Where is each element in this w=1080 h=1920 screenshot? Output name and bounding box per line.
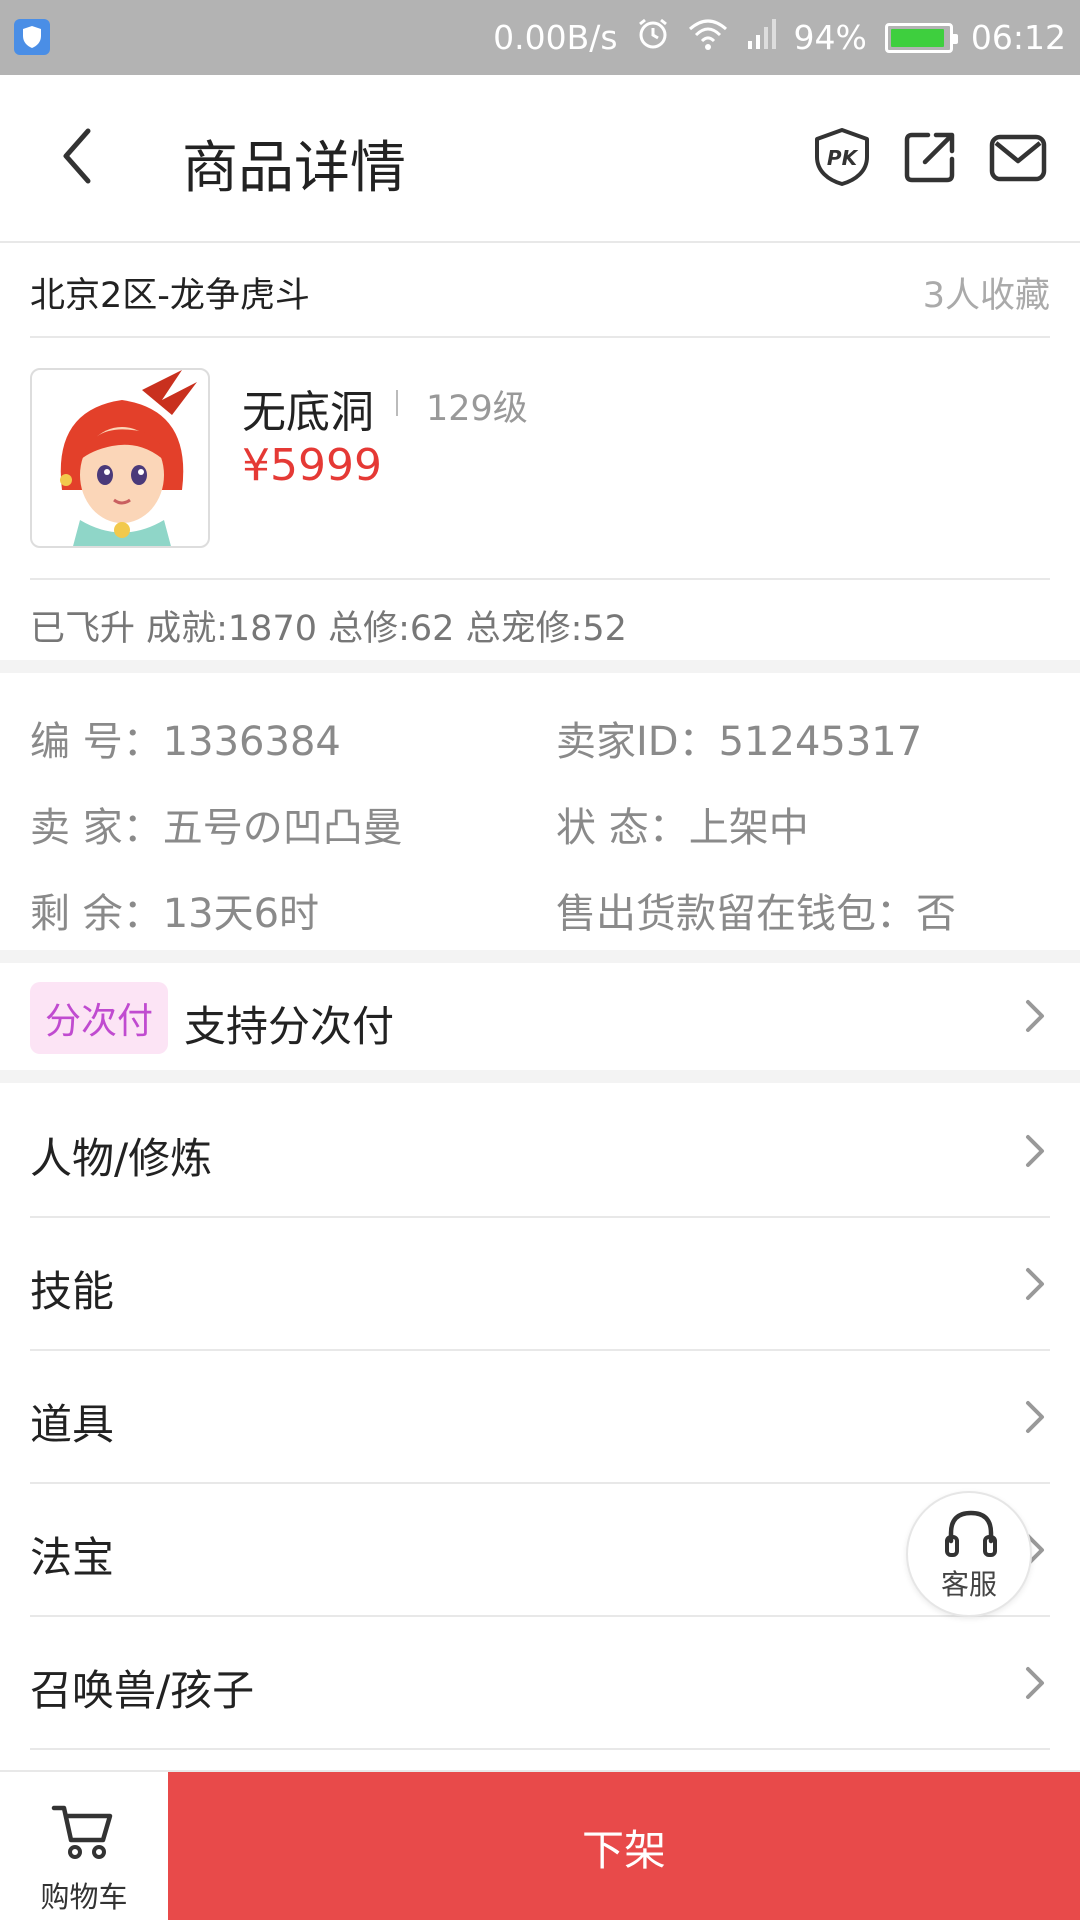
signal-icon bbox=[746, 17, 776, 59]
installment-label: 支持分次付 bbox=[184, 1002, 395, 1051]
mail-icon bbox=[989, 134, 1047, 182]
menu-item-label: 法宝 bbox=[30, 1533, 115, 1582]
battery-icon bbox=[884, 22, 958, 53]
back-button[interactable] bbox=[50, 121, 110, 191]
character-stats: 已飞升 成就:1870 总修:62 总宠修:52 bbox=[30, 580, 1050, 660]
share-icon bbox=[904, 132, 955, 183]
battery-pct: 94% bbox=[793, 18, 867, 57]
chevron-right-icon bbox=[1026, 1000, 1044, 1032]
menu-item-label: 道具 bbox=[30, 1400, 115, 1449]
character-level: 129级 bbox=[426, 389, 528, 429]
seller-id: 卖家ID：51245317 bbox=[556, 719, 923, 765]
shield-app-icon bbox=[14, 19, 50, 55]
menu-item-items[interactable]: 道具 bbox=[30, 1351, 1050, 1484]
menu-item-skills[interactable]: 技能 bbox=[30, 1218, 1050, 1351]
headset-icon bbox=[945, 1510, 997, 1557]
chevron-right-icon bbox=[1026, 1135, 1044, 1167]
cart-button[interactable]: 购物车 bbox=[0, 1772, 168, 1920]
chevron-right-icon bbox=[1026, 1401, 1044, 1433]
installment-row[interactable]: 分次付 支持分次付 bbox=[30, 963, 1050, 1070]
battery-fill bbox=[890, 28, 944, 47]
cart-icon bbox=[51, 1805, 113, 1859]
pk-button[interactable]: PK bbox=[812, 127, 872, 187]
server-row: 北京2区-龙争虎斗 3人收藏 bbox=[30, 243, 1050, 338]
section-divider bbox=[0, 1070, 1080, 1083]
listing-id: 编 号：1336384 bbox=[30, 719, 341, 765]
section-divider bbox=[0, 950, 1080, 963]
page-title: 商品详情 bbox=[182, 136, 406, 201]
customer-service-button[interactable]: 客服 bbox=[906, 1491, 1032, 1617]
listing-status: 状 态：上架中 bbox=[556, 805, 809, 851]
bottom-action-bar: 购物车 下架 bbox=[0, 1770, 1080, 1920]
wifi-icon bbox=[688, 17, 728, 59]
clock: 06:12 bbox=[970, 18, 1066, 57]
pk-icon: PK bbox=[815, 128, 869, 186]
server-name: 北京2区-龙争虎斗 bbox=[30, 276, 310, 316]
status-bar: 0.00B/s 94% 06:12 bbox=[0, 0, 1080, 75]
menu-item-label: 召唤兽/孩子 bbox=[30, 1666, 255, 1715]
menu-item-label: 技能 bbox=[30, 1267, 115, 1316]
alarm-icon bbox=[636, 17, 670, 59]
character-avatar bbox=[30, 368, 210, 548]
delist-button[interactable]: 下架 bbox=[168, 1772, 1080, 1920]
section-divider bbox=[0, 660, 1080, 673]
character-price: ¥5999 bbox=[242, 440, 382, 491]
cart-label: 购物车 bbox=[40, 1880, 128, 1914]
message-button[interactable] bbox=[988, 127, 1048, 187]
share-button[interactable] bbox=[900, 127, 960, 187]
page-header: 商品详情 PK bbox=[0, 75, 1080, 243]
favorite-count: 3人收藏 bbox=[922, 276, 1050, 316]
menu-item-pets[interactable]: 召唤兽/孩子 bbox=[30, 1617, 1050, 1750]
character-name: 无底洞 bbox=[242, 387, 374, 438]
back-icon bbox=[63, 128, 91, 184]
svg-text:PK: PK bbox=[827, 146, 859, 170]
wallet-setting: 售出货款留在钱包：否 bbox=[556, 891, 956, 937]
customer-service-label: 客服 bbox=[940, 1568, 997, 1601]
seller-name: 卖 家：五号の凹凸曼 bbox=[30, 805, 403, 851]
menu-item-magic-weapons[interactable]: 法宝 bbox=[30, 1484, 1050, 1617]
menu-item-label: 人物/修炼 bbox=[30, 1134, 213, 1183]
menu-item-character[interactable]: 人物/修炼 bbox=[30, 1085, 1050, 1218]
chevron-right-icon bbox=[1026, 1667, 1044, 1699]
installment-badge: 分次付 bbox=[30, 982, 168, 1054]
name-level-divider bbox=[396, 390, 398, 416]
time-remaining: 剩 余：13天6时 bbox=[30, 891, 320, 937]
net-speed: 0.00B/s bbox=[493, 18, 618, 57]
listing-info: 编 号：1336384 卖家ID：51245317 卖 家：五号の凹凸曼 状 态… bbox=[30, 673, 1050, 950]
character-card: 无底洞 129级 ¥5999 bbox=[30, 338, 1050, 580]
chevron-right-icon bbox=[1026, 1268, 1044, 1300]
stats-text: 已飞升 成就:1870 总修:62 总宠修:52 bbox=[30, 609, 627, 649]
